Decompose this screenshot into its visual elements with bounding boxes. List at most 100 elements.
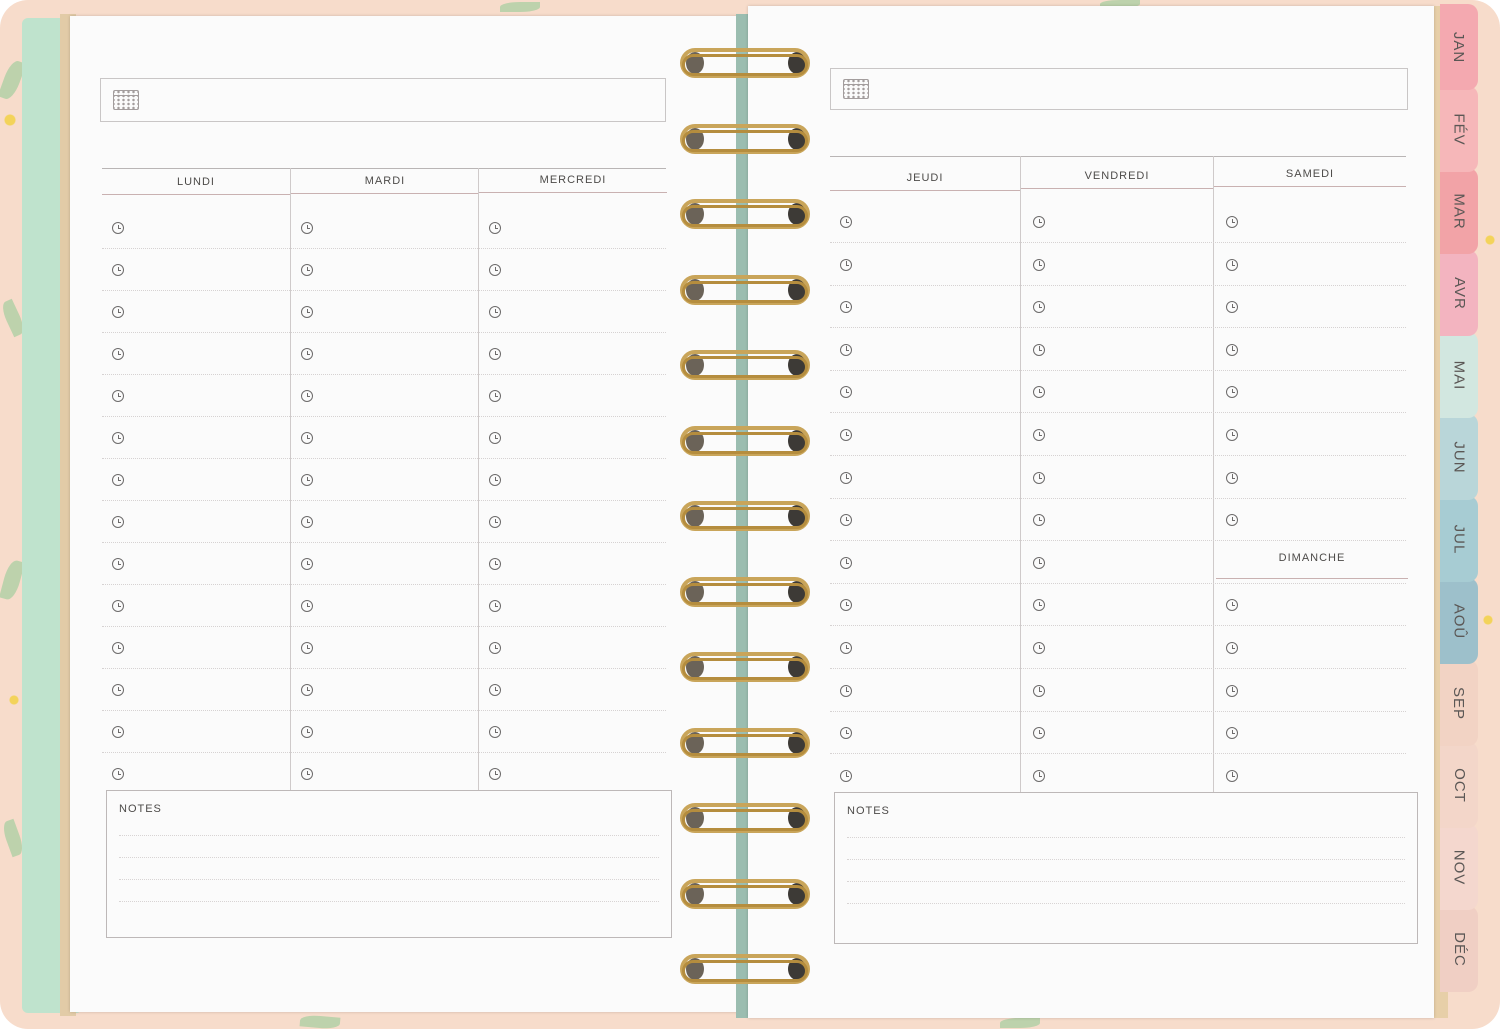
notes-box-right[interactable]: NOTES — [834, 792, 1418, 944]
notes-line — [847, 903, 1405, 904]
clock-icon — [112, 642, 124, 654]
time-slot-line — [102, 374, 666, 375]
spiral-ring — [680, 803, 812, 835]
spiral-ring — [680, 48, 812, 80]
notes-line — [847, 881, 1405, 882]
clock-icon — [301, 768, 313, 780]
clock-icon — [489, 600, 501, 612]
clock-icon — [1226, 386, 1238, 399]
month-tab-label: MAR — [1450, 192, 1468, 230]
month-tab-1[interactable]: JAN — [1440, 4, 1478, 90]
month-tab-6[interactable]: JUN — [1440, 414, 1478, 500]
clock-icon — [1226, 216, 1238, 228]
time-slot-line — [830, 284, 1406, 286]
notes-label: NOTES — [119, 803, 162, 815]
clock-icon — [489, 642, 501, 654]
clock-icon — [1226, 684, 1238, 697]
month-tab-8[interactable]: AOÛ — [1440, 578, 1478, 664]
right-page: JEUDI VENDREDI SAMEDI DIMANCHE NOTES — [748, 6, 1434, 1018]
clock-icon — [489, 306, 501, 318]
clock-icon — [489, 768, 501, 780]
spiral-ring — [680, 954, 812, 986]
clock-icon — [840, 343, 852, 356]
clock-icon — [840, 386, 852, 399]
month-tab-12[interactable]: DÉC — [1440, 906, 1478, 992]
month-tab-4[interactable]: AVR — [1440, 250, 1478, 336]
clock-icon — [1226, 471, 1238, 484]
clock-icon — [1033, 429, 1045, 441]
month-tab-5[interactable]: MAI — [1440, 332, 1478, 418]
clock-icon — [489, 474, 501, 486]
day-header-wednesday: MERCREDI — [479, 174, 667, 193]
month-tab-label: NOV — [1450, 849, 1468, 885]
header-rule — [102, 168, 666, 169]
notes-line — [119, 857, 659, 858]
clock-icon — [840, 769, 852, 782]
column-divider — [290, 168, 291, 790]
clock-icon — [112, 306, 124, 318]
clock-icon — [489, 264, 501, 276]
clock-icon — [112, 558, 124, 570]
spiral-ring — [680, 652, 812, 684]
clock-icon — [301, 726, 313, 738]
time-slot-line — [102, 626, 666, 627]
clock-icon — [1226, 429, 1238, 441]
clock-icon — [489, 684, 501, 696]
month-tab-11[interactable]: NOV — [1440, 824, 1478, 910]
notes-box-left[interactable]: NOTES — [106, 790, 672, 938]
clock-icon — [301, 390, 313, 402]
clock-icon — [301, 348, 313, 360]
time-slot-line — [102, 458, 666, 459]
spiral-ring — [680, 727, 812, 760]
month-tab-label: JUL — [1450, 524, 1468, 554]
clock-icon — [1033, 471, 1045, 484]
month-tab-7[interactable]: JUL — [1440, 496, 1478, 582]
clock-icon — [112, 768, 124, 780]
column-divider — [1020, 156, 1021, 792]
day-header-tuesday: MARDI — [291, 175, 479, 194]
clock-icon — [489, 726, 501, 738]
time-slot-line — [102, 416, 666, 417]
month-tab-3[interactable]: MAR — [1440, 168, 1478, 254]
month-tab-label: JAN — [1450, 31, 1468, 63]
time-slot-line — [830, 753, 1406, 755]
time-slot-line — [102, 752, 666, 753]
clock-icon — [840, 727, 852, 740]
clock-icon — [1226, 727, 1238, 740]
clock-icon — [1033, 514, 1045, 527]
clock-icon — [1226, 301, 1238, 314]
month-tab-9[interactable]: SEP — [1440, 660, 1478, 746]
spiral-ring — [680, 576, 812, 609]
month-tab-label: SEP — [1450, 686, 1468, 720]
day-header-monday: LUNDI — [102, 176, 290, 195]
clock-icon — [112, 222, 124, 234]
notes-label: NOTES — [847, 805, 890, 817]
notes-line — [119, 879, 659, 880]
clock-icon — [301, 474, 313, 486]
notes-line — [119, 901, 659, 902]
calendar-icon — [843, 79, 869, 99]
spiral-ring — [680, 199, 812, 231]
clock-icon — [489, 558, 501, 570]
spiral-ring — [680, 274, 812, 307]
column-divider — [1213, 156, 1214, 792]
time-slot-line — [102, 290, 666, 291]
time-slot-line — [830, 327, 1406, 329]
clock-icon — [489, 222, 501, 234]
clock-icon — [112, 348, 124, 360]
time-slot-line — [830, 455, 1406, 456]
day-header-friday: VENDREDI — [1021, 170, 1213, 189]
notes-line — [119, 835, 659, 836]
clock-icon — [1226, 642, 1238, 654]
month-tab-2[interactable]: FÉV — [1440, 86, 1478, 172]
month-tab-10[interactable]: OCT — [1440, 742, 1478, 828]
notes-line — [847, 837, 1405, 838]
day-header-sunday: DIMANCHE — [1216, 552, 1408, 579]
clock-icon — [840, 258, 852, 271]
date-box[interactable] — [830, 68, 1408, 110]
date-box[interactable] — [100, 78, 666, 122]
clock-icon — [301, 264, 313, 276]
month-tab-label: MAI — [1450, 360, 1468, 390]
clock-icon — [112, 516, 124, 528]
clock-icon — [840, 471, 852, 484]
